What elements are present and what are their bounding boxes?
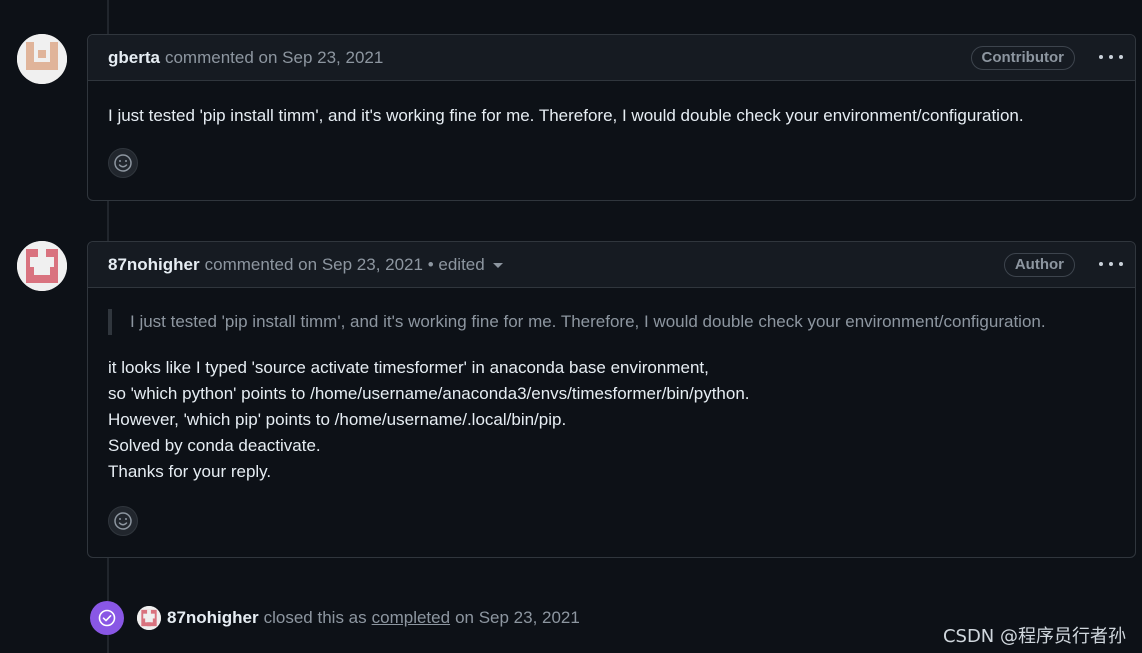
comment-timestamp[interactable]: Sep 23, 2021 <box>322 255 423 274</box>
add-reaction-button[interactable] <box>108 506 138 536</box>
kebab-dot <box>1109 55 1113 59</box>
author-badge: Author <box>1003 253 1075 277</box>
triangle-down-icon <box>492 262 503 268</box>
comment-action: commented on <box>204 254 318 274</box>
smiley-icon <box>114 154 132 172</box>
event-text-after: on Sep 23, 2021 <box>455 608 580 627</box>
comment-line: However, 'which pip' points to /home/use… <box>108 410 567 429</box>
edited-label: • edited <box>427 254 485 274</box>
issue-timeline: gberta commented on Sep 23, 2021 Contrib… <box>0 0 1142 653</box>
kebab-dot <box>1099 262 1103 266</box>
smiley-icon <box>114 512 132 530</box>
comment-line: it looks like I typed 'source activate t… <box>108 358 709 377</box>
comment-header: 87nohigher commented on Sep 23, 2021 • e… <box>88 242 1135 288</box>
kebab-dot <box>1099 55 1103 59</box>
add-reaction-button[interactable] <box>108 148 138 178</box>
comment-paragraph: it looks like I typed 'source activate t… <box>108 355 1115 485</box>
comment-87nohigher: 87nohigher commented on Sep 23, 2021 • e… <box>87 241 1136 558</box>
contributor-badge: Contributor <box>970 46 1075 70</box>
timeline-line <box>107 0 109 34</box>
event-text-before: closed this as <box>263 608 367 627</box>
avatar-gberta[interactable] <box>17 34 67 84</box>
comment-action: commented on <box>164 47 278 67</box>
closed-event: 87nohigher closed this as completed on S… <box>137 605 580 631</box>
comment-author[interactable]: gberta <box>108 48 160 68</box>
blockquote: I just tested 'pip install timm', and it… <box>108 309 1115 335</box>
comment-body: I just tested 'pip install timm', and it… <box>88 81 1135 129</box>
kebab-dot <box>1119 262 1123 266</box>
event-author[interactable]: 87nohigher <box>167 608 259 628</box>
check-circle-icon <box>90 601 124 635</box>
comment-meta: commented on Sep 23, 2021 <box>165 48 383 68</box>
comment-line: Thanks for your reply. <box>108 462 272 481</box>
edited-dropdown[interactable]: • edited <box>428 255 503 274</box>
timeline-line <box>107 201 109 241</box>
identicon-87nohigher <box>137 606 161 630</box>
comment-header: gberta commented on Sep 23, 2021 Contrib… <box>88 35 1135 81</box>
comment-text: I just tested 'pip install timm', and it… <box>108 106 1024 125</box>
comment-author[interactable]: 87nohigher <box>108 255 200 275</box>
watermark: CSDN @程序员行者孙 <box>942 626 1126 647</box>
timeline-line <box>107 635 109 653</box>
avatar-87nohigher[interactable] <box>17 241 67 291</box>
comment-line: so 'which python' points to /home/userna… <box>108 384 750 403</box>
completed-link[interactable]: completed <box>372 608 450 628</box>
comment-options-button[interactable] <box>1099 254 1123 274</box>
comment-gberta: gberta commented on Sep 23, 2021 Contrib… <box>87 34 1136 201</box>
kebab-dot <box>1119 55 1123 59</box>
comment-options-button[interactable] <box>1099 47 1123 67</box>
comment-meta: commented on Sep 23, 2021 • edited <box>205 255 503 275</box>
comment-timestamp[interactable]: Sep 23, 2021 <box>282 48 383 67</box>
timeline-line <box>107 558 109 601</box>
check-circle-glyph <box>98 609 116 627</box>
avatar-87nohigher-small[interactable] <box>137 606 161 630</box>
comment-body: I just tested 'pip install timm', and it… <box>88 288 1135 485</box>
kebab-dot <box>1109 262 1113 266</box>
identicon-87nohigher <box>17 241 67 291</box>
comment-line: Solved by conda deactivate. <box>108 436 321 455</box>
identicon-gberta <box>17 34 67 84</box>
